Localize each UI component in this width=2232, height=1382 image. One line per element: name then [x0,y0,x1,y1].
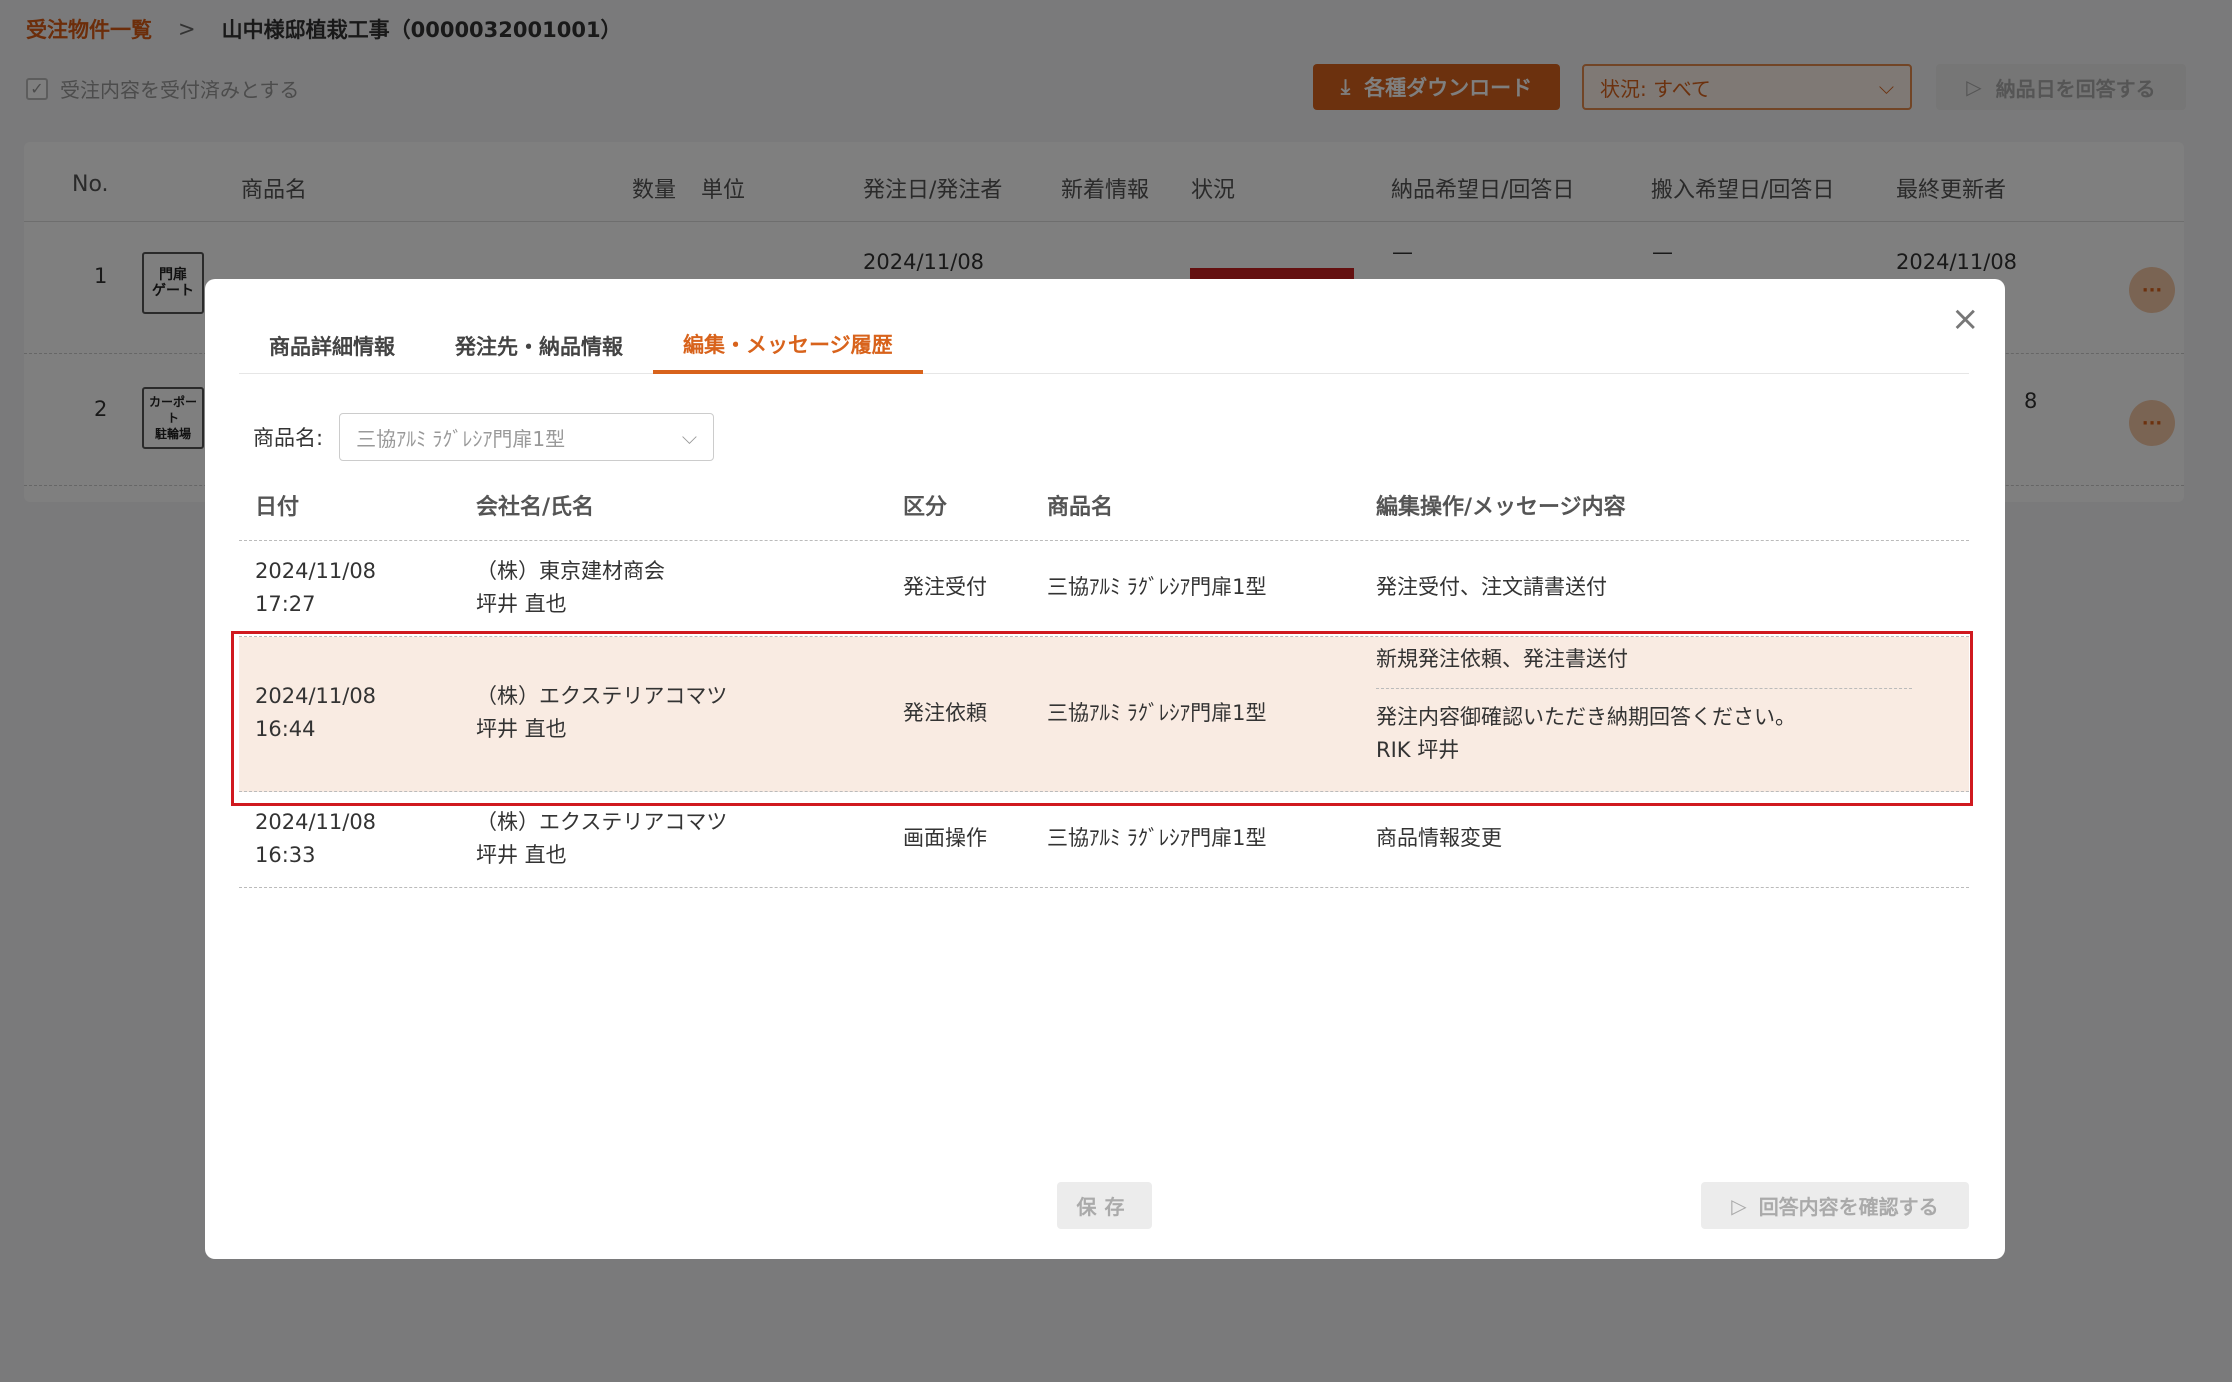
history-message-signature: RIK 坪井 [1376,738,1460,762]
history-company: （株）エクステリアコマツ 坪井 直也 [476,806,727,872]
product-filter-value: 三協ｱﾙﾐ ﾗｸﾞﾚｼｱ門扉1型 [356,426,566,451]
history-message-block: 新規発注依頼、発注書送付 発注内容御確認いただき納期回答ください。 RIK 坪井 [1376,643,1912,767]
history-header-product: 商品名 [1047,495,1114,520]
history-operation: 新規発注依頼、発注書送付 [1376,647,1628,671]
history-product: 三協ｱﾙﾐ ﾗｸﾞﾚｼｱ門扉1型 [1047,701,1267,725]
product-filter-label: 商品名: [253,426,324,450]
history-row-highlighted: 2024/11/08 16:44 （株）エクステリアコマツ 坪井 直也 発注依頼… [239,637,1969,792]
history-date-day: 2024/11/08 [255,810,377,834]
history-header-kind: 区分 [903,495,948,520]
tab-edit-message-history[interactable]: 編集・メッセージ履歴 [653,317,923,374]
history-kind: 発注依頼 [903,701,987,725]
history-company: （株）東京建材商会 坪井 直也 [476,555,665,621]
history-operation: 発注受付、注文請書送付 [1376,575,1607,599]
history-header-date: 日付 [255,495,300,520]
save-button[interactable]: 保存 [1057,1182,1152,1229]
modal-tabs: 商品詳細情報 発注先・納品情報 編集・メッセージ履歴 [239,317,1969,374]
product-filter: 商品名: 三協ｱﾙﾐ ﾗｸﾞﾚｼｱ門扉1型 ⌵ [253,413,715,461]
history-date-day: 2024/11/08 [255,559,377,583]
history-date-time: 16:33 [255,843,316,867]
history-kind: 発注受付 [903,575,987,599]
history-header-company: 会社名/氏名 [476,495,595,520]
history-person-name: 坪井 直也 [476,843,567,867]
history-date-time: 17:27 [255,592,316,616]
tab-product-details[interactable]: 商品詳細情報 [239,317,425,374]
confirm-answer-button[interactable]: ▷ 回答内容を確認する [1701,1182,1969,1229]
chevron-down-icon: ⌵ [681,425,698,449]
history-company-name: （株）東京建材商会 [476,559,665,583]
history-date-day: 2024/11/08 [255,684,377,708]
product-filter-select[interactable]: 三協ｱﾙﾐ ﾗｸﾞﾚｼｱ門扉1型 ⌵ [339,413,715,461]
history-header-message: 編集操作/メッセージ内容 [1376,495,1626,520]
history-product: 三協ｱﾙﾐ ﾗｸﾞﾚｼｱ門扉1型 [1047,826,1267,850]
history-company: （株）エクステリアコマツ 坪井 直也 [476,680,727,746]
item-detail-modal: × 商品詳細情報 発注先・納品情報 編集・メッセージ履歴 商品名: 三協ｱﾙﾐ … [205,279,2005,1259]
tab-supplier-delivery[interactable]: 発注先・納品情報 [425,317,653,374]
history-message-line: 発注内容御確認いただき納期回答ください。 [1376,705,1796,729]
confirm-answer-label: 回答内容を確認する [1758,1195,1939,1219]
history-date-time: 16:44 [255,717,316,741]
history-date: 2024/11/08 16:44 [255,680,376,746]
history-product: 三協ｱﾙﾐ ﾗｸﾞﾚｼｱ門扉1型 [1047,575,1267,599]
history-person-name: 坪井 直也 [476,592,567,616]
history-date: 2024/11/08 17:27 [255,555,376,621]
history-row: 2024/11/08 17:27 （株）東京建材商会 坪井 直也 発注受付 三協… [239,541,1969,637]
history-table: 日付 会社名/氏名 区分 商品名 編集操作/メッセージ内容 2024/11/08… [239,479,1969,888]
history-company-name: （株）エクステリアコマツ [476,684,728,708]
history-row: 2024/11/08 16:33 （株）エクステリアコマツ 坪井 直也 画面操作… [239,792,1969,888]
history-person-name: 坪井 直也 [476,717,567,741]
history-date: 2024/11/08 16:33 [255,806,376,872]
history-header: 日付 会社名/氏名 区分 商品名 編集操作/メッセージ内容 [239,479,1969,541]
send-icon: ▷ [1731,1193,1747,1218]
history-operation: 商品情報変更 [1376,826,1502,850]
history-company-name: （株）エクステリアコマツ [476,810,728,834]
message-divider [1376,688,1912,689]
history-kind: 画面操作 [903,826,987,850]
